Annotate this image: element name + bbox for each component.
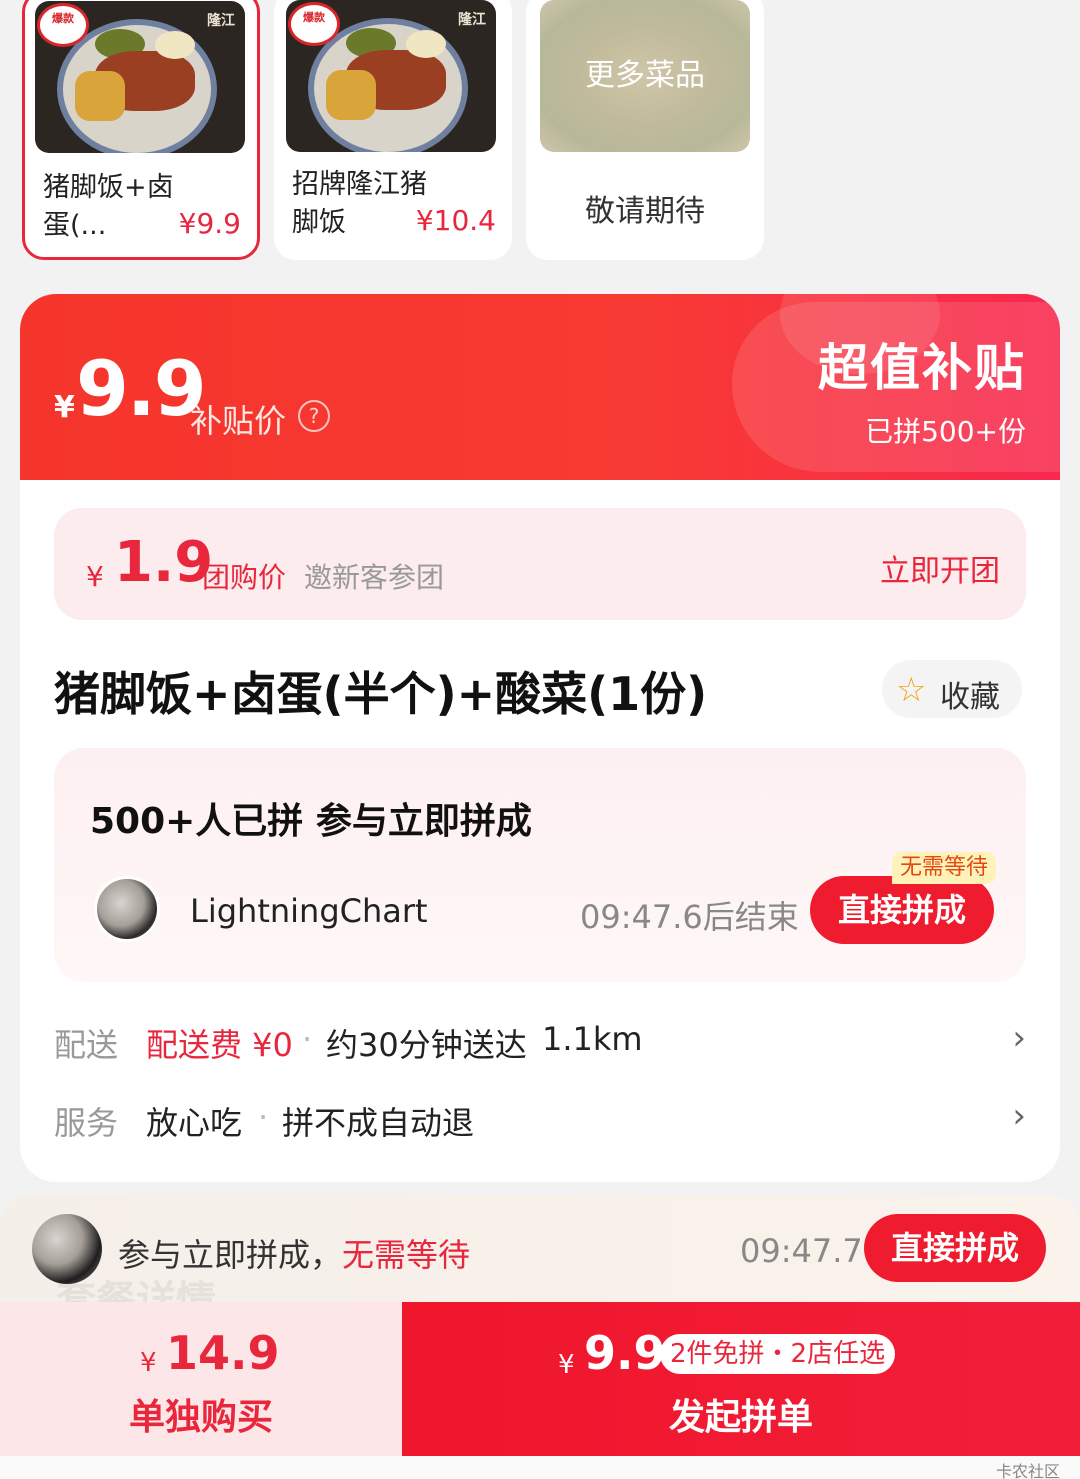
product-card: ¥ 9.9 补贴价 ? 超值补贴 已拼500+份 ¥ 1.9 团购价 邀新客参团…	[20, 294, 1060, 1182]
dish-card-1[interactable]: 爆款 隆江 猪脚饭+卤蛋(... ¥9.9	[22, 0, 260, 260]
delivery-row[interactable]: 配送 配送费 ¥0 · 约30分钟送达 1.1km ›	[54, 1016, 1026, 1066]
no-wait-tag: 无需等待	[892, 852, 997, 884]
group-price-box[interactable]: ¥ 1.9 团购价 邀新客参团 立即开团	[54, 508, 1026, 620]
service-label: 服务	[54, 1104, 119, 1142]
currency-symbol: ¥	[86, 560, 104, 593]
start-group-link[interactable]: 立即开团	[880, 546, 1000, 590]
join-group-box: 500+人已拼 参与立即拼成 LightningChart 09:47.6后结束…	[54, 748, 1026, 982]
subsidy-price-label: 补贴价	[190, 402, 287, 440]
more-dishes-title: 更多菜品	[540, 0, 750, 152]
product-title: 猪脚饭+卤蛋(半个)+酸菜(1份)	[54, 667, 708, 721]
favorite-label: 收藏	[940, 680, 1000, 715]
currency-symbol: ¥	[140, 1348, 157, 1378]
brand-logo: 隆江	[458, 12, 486, 28]
currency-symbol: ¥	[54, 390, 75, 425]
more-dishes-subtitle: 敬请期待	[585, 194, 705, 229]
delivery-distance: 1.1km	[542, 1020, 643, 1058]
alone-price: 14.9	[166, 1326, 280, 1380]
more-dishes-card[interactable]: 更多菜品 敬请期待	[526, 0, 764, 260]
group-price: 1.9	[114, 530, 214, 595]
service-row[interactable]: 服务 放心吃 · 拼不成自动退 ›	[54, 1094, 1026, 1144]
currency-symbol: ¥	[558, 1350, 575, 1380]
start-group-label: 发起拼单	[668, 1397, 813, 1438]
notify-countdown: 09:47.7	[740, 1232, 863, 1270]
buy-alone-label: 单独购买	[128, 1397, 273, 1438]
group-price: 9.9	[584, 1326, 666, 1380]
bottom-strip	[0, 1456, 1080, 1479]
join-heading: 500+人已拼 参与立即拼成	[90, 801, 532, 842]
dish-image: 爆款 隆江	[286, 0, 496, 152]
hot-badge: 爆款	[37, 3, 89, 47]
dish-name: 猪脚饭+卤蛋(...	[43, 172, 174, 241]
star-outline-icon: ☆	[896, 670, 927, 710]
dish-image: 爆款 隆江	[35, 1, 245, 153]
countdown-timer: 09:47.6后结束	[580, 898, 799, 936]
brand-logo: 隆江	[207, 13, 235, 29]
sold-count: 已拼500+份	[865, 415, 1026, 448]
join-notification-bar: 套餐详情 参与立即拼成，无需等待 09:47.7 直接拼成	[0, 1196, 1080, 1324]
avatar	[94, 876, 160, 942]
help-icon[interactable]: ?	[298, 400, 330, 432]
start-group-button[interactable]: ¥ 9.9 2件免拼・2店任选 发起拼单	[402, 1302, 1080, 1456]
delivery-fee: 配送费 ¥0	[146, 1026, 293, 1064]
subsidy-banner: ¥ 9.9 补贴价 ? 超值补贴 已拼500+份	[20, 294, 1060, 480]
favorite-button[interactable]: ☆ 收藏	[882, 660, 1022, 718]
join-now-button[interactable]: 直接拼成	[810, 876, 994, 944]
delivery-time: 约30分钟送达	[326, 1026, 527, 1064]
subsidy-title: 超值补贴	[818, 338, 1026, 397]
chevron-right-icon: ›	[1012, 1018, 1026, 1058]
dish-card-2[interactable]: 爆款 隆江 招牌隆江猪脚饭 ¥10.4	[274, 0, 512, 260]
dish-price: ¥9.9	[178, 207, 241, 240]
group-note: 邀新客参团	[304, 561, 445, 594]
avatar	[32, 1214, 102, 1284]
buy-alone-button[interactable]: ¥ 14.9 单独购买	[0, 1302, 402, 1456]
subsidy-price: 9.9	[76, 344, 207, 433]
delivery-label: 配送	[54, 1026, 119, 1064]
watermark: 卡农社区	[995, 1462, 1060, 1479]
group-leader-name: LightningChart	[190, 892, 428, 930]
service-item: 放心吃	[146, 1104, 243, 1142]
notify-text: 参与立即拼成，无需等待	[118, 1236, 471, 1274]
dish-price: ¥10.4	[415, 204, 496, 237]
join-now-button[interactable]: 直接拼成	[864, 1214, 1046, 1282]
dish-strip: 爆款 隆江 猪脚饭+卤蛋(... ¥9.9 爆款 隆江 招牌隆江猪脚饭 ¥10.…	[0, 0, 1080, 270]
promo-tag: 2件免拼・2店任选	[660, 1334, 896, 1374]
group-price-label: 团购价	[202, 561, 287, 594]
service-item: 拼不成自动退	[282, 1104, 475, 1142]
hot-badge: 爆款	[288, 2, 340, 46]
chevron-right-icon: ›	[1012, 1096, 1026, 1136]
